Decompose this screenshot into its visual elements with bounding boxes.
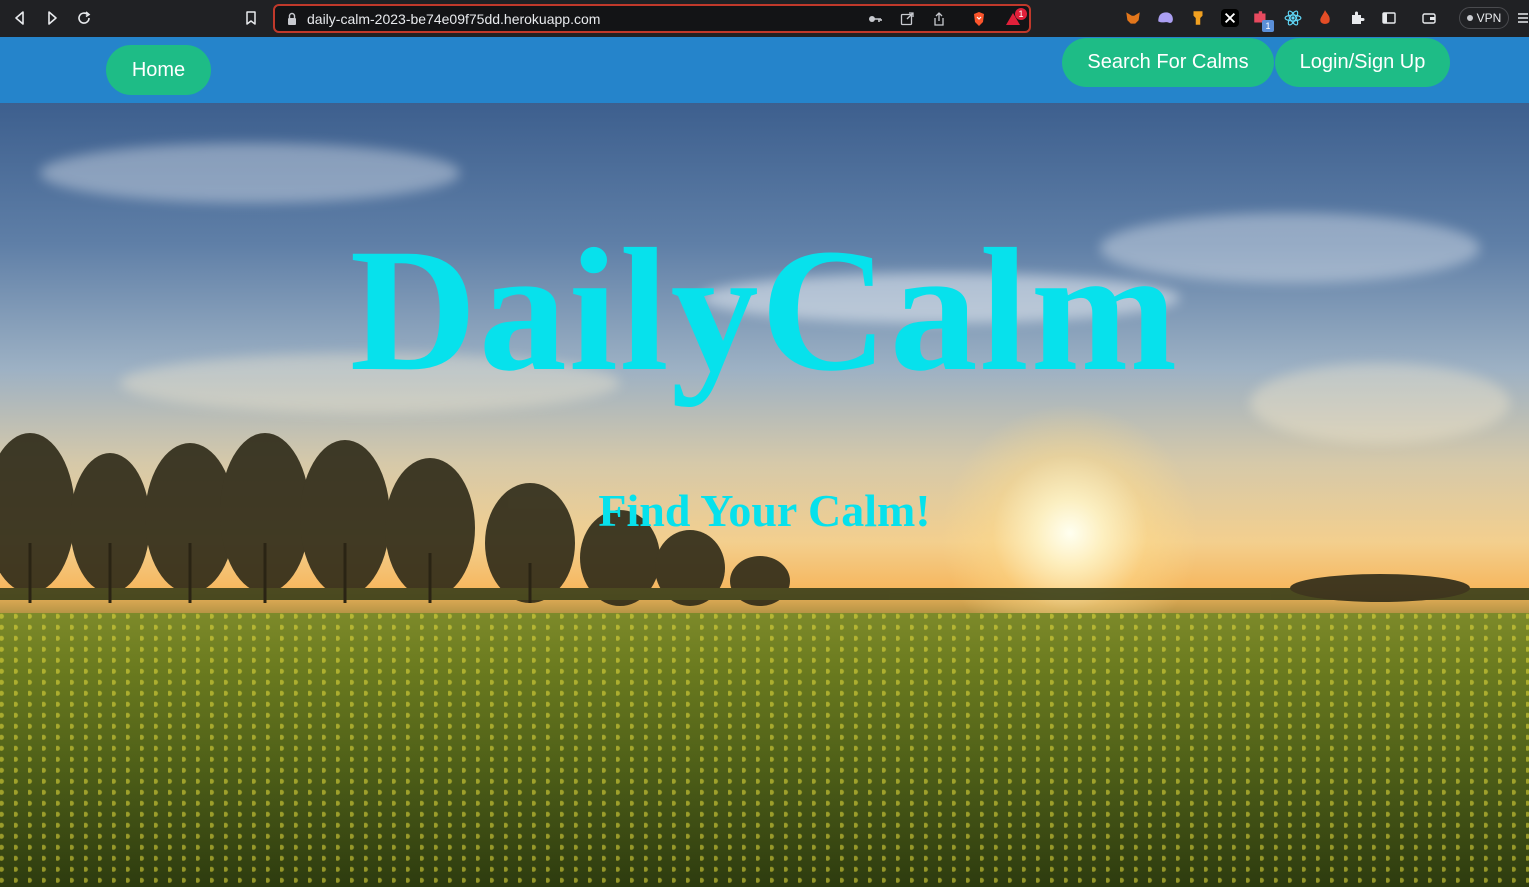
site-tagline: Find Your Calm! — [598, 485, 931, 536]
share-icon[interactable] — [931, 11, 947, 27]
reload-icon[interactable] — [74, 8, 94, 28]
sidebar-icon[interactable] — [1380, 9, 1398, 27]
vpn-status-dot — [1466, 15, 1473, 21]
metamask-icon[interactable] — [1124, 9, 1142, 27]
notification-badge: 1 — [1015, 8, 1027, 20]
hero-section: DailyCalm Find Your Calm! — [0, 103, 1529, 887]
cloud — [40, 143, 460, 203]
lock-icon — [284, 11, 300, 27]
open-external-icon[interactable] — [899, 11, 915, 27]
forward-icon[interactable] — [42, 8, 62, 28]
search-calms-button[interactable]: Search For Calms — [1062, 38, 1274, 87]
react-icon[interactable] — [1284, 9, 1302, 27]
flame-icon[interactable] — [1316, 9, 1334, 27]
vpn-label: VPN — [1476, 11, 1502, 25]
login-signup-button[interactable]: Login/Sign Up — [1275, 38, 1450, 87]
menu-icon[interactable] — [1517, 9, 1529, 27]
keyhole-icon[interactable] — [1189, 9, 1207, 27]
key-icon[interactable] — [867, 11, 883, 27]
wallet-icon[interactable] — [1420, 9, 1438, 27]
site-navbar: Home Search For Calms Login/Sign Up — [0, 37, 1529, 103]
back-icon[interactable] — [10, 8, 30, 28]
home-button[interactable]: Home — [106, 45, 211, 95]
x-icon[interactable] — [1221, 9, 1239, 27]
address-bar[interactable]: daily-calm-2023-be74e09f75dd.herokuapp.c… — [273, 4, 1031, 33]
extension-badge: 1 — [1262, 20, 1274, 32]
brave-shield-icon[interactable] — [971, 11, 987, 27]
extensions-icon[interactable] — [1348, 9, 1366, 27]
flower-field — [0, 613, 1529, 887]
url-text[interactable]: daily-calm-2023-be74e09f75dd.herokuapp.c… — [307, 11, 600, 27]
ghost-icon[interactable] — [1156, 9, 1174, 27]
browser-toolbar: daily-calm-2023-be74e09f75dd.herokuapp.c… — [0, 0, 1529, 37]
site-title: DailyCalm — [349, 213, 1180, 408]
vpn-button[interactable]: VPN — [1459, 7, 1509, 29]
bookmark-icon[interactable] — [241, 8, 261, 28]
